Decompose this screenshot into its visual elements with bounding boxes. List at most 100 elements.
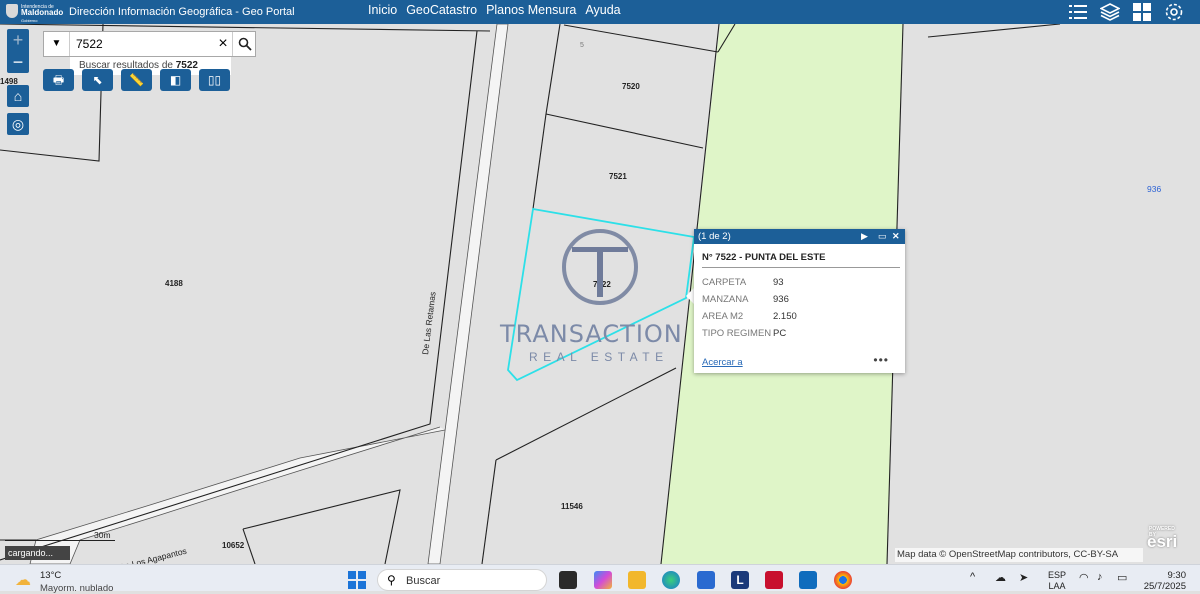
windows-logo-icon (348, 581, 356, 589)
attribute-row: CARPETA 93 (702, 274, 797, 291)
popup-title: N° 7522 - PUNTA DEL ESTE (702, 252, 900, 268)
attribute-row: TIPO REGIMEN PC (702, 325, 797, 342)
chrome-icon[interactable] (834, 571, 852, 589)
ruler-icon: 📏 (129, 73, 144, 87)
volume-icon[interactable]: ♪ (1097, 571, 1103, 583)
transaction-watermark: TRANSACTION REAL ESTATE (500, 229, 700, 369)
watermark-line2: REAL ESTATE (529, 350, 669, 364)
compare-icon: ◧ (169, 73, 182, 87)
clock-time: 9:30 (1167, 570, 1187, 581)
esri-logo[interactable]: POWERED BY esri (1147, 526, 1177, 552)
parcel-label: 7520 (622, 82, 640, 91)
popup-counter: (1 de 2) (698, 231, 731, 242)
basemap-gallery-icon[interactable] (1132, 2, 1152, 22)
header-tools (1068, 0, 1184, 24)
task-view-icon[interactable] (559, 571, 577, 589)
battery-icon[interactable]: ▭ (1117, 571, 1127, 584)
search-button[interactable] (232, 32, 256, 56)
logo-line2: Maldonado (21, 8, 64, 17)
search-source-dropdown[interactable]: ▼ (44, 32, 70, 56)
attribute-label: CARPETA (702, 277, 747, 288)
esri-powered-text: POWERED BY (1149, 526, 1175, 538)
watermark-line1: TRANSACTION (500, 320, 683, 348)
popup-attributes: CARPETA 93 MANZANA 936 AREA M2 2.150 TIPO R… (702, 274, 797, 342)
taskbar-search-text: Buscar (406, 575, 441, 587)
attribute-value: PC (773, 328, 787, 339)
popup-header: (1 de 2) ▶ ▭ ✕ (694, 229, 905, 244)
book-icon: ▯▯ (207, 73, 222, 87)
windows-taskbar: ☁ 13°C Mayorm. nublado ⚲ Buscar L ^ ☁ ➤ … (0, 564, 1200, 594)
header-bar: Intendencia de Maldonado Gobierno Depart… (0, 0, 1200, 30)
cloud-icon[interactable]: ☁ (995, 571, 1006, 584)
clock-date: 25/7/2025 (1143, 581, 1186, 592)
print-button[interactable]: 🖶 (43, 69, 74, 91)
maximize-button[interactable]: ▭ (878, 229, 887, 244)
search-input[interactable] (76, 36, 211, 52)
scale-label: 30m (94, 530, 111, 540)
windows-logo-icon (358, 581, 366, 589)
store-icon[interactable] (697, 571, 715, 589)
measure-button[interactable]: 📏 (121, 69, 152, 91)
map-attribution: Map data © OpenStreetMap contributors, C… (895, 548, 1143, 562)
block-label: 936 (1147, 184, 1162, 194)
partly-cloudy-icon: ☁ (15, 572, 31, 589)
bookmarks-button[interactable]: ▯▯ (199, 69, 230, 91)
list-icon[interactable] (1068, 2, 1088, 22)
location-icon[interactable]: ➤ (1019, 571, 1028, 584)
home-icon: ⌂ (13, 88, 23, 104)
system-clock[interactable]: 9:30 25/7/2025 (1140, 570, 1186, 592)
mcafee-icon[interactable] (765, 571, 783, 589)
attribute-label: MANZANA (702, 294, 749, 305)
lang-bottom: LAA (1048, 581, 1066, 591)
file-explorer-icon[interactable] (628, 571, 646, 589)
nav-inicio[interactable]: Inicio (368, 3, 397, 17)
coat-of-arms-icon (6, 4, 18, 18)
parcel-label: 5 (580, 42, 584, 49)
search-icon (238, 37, 252, 51)
popup-pointer (686, 288, 694, 304)
app-l-icon[interactable]: L (731, 571, 749, 589)
main-nav: Inicio GeoCatastro Planos Mensura Ayuda (368, 3, 621, 17)
select-tool-button[interactable]: ⬉ (82, 69, 113, 91)
home-button[interactable]: ⌂ (7, 85, 29, 107)
swipe-button[interactable]: ◧ (160, 69, 191, 91)
locate-icon: ◎ (11, 116, 25, 132)
popup-close-button[interactable]: ✕ (892, 229, 900, 244)
feature-popup: (1 de 2) ▶ ▭ ✕ N° 7522 - PUNTA DEL ESTE … (694, 229, 905, 373)
next-feature-button[interactable]: ▶ (861, 229, 868, 244)
close-icon: × (218, 35, 228, 52)
parcel-label: 7521 (609, 172, 627, 181)
edge-icon[interactable] (662, 571, 680, 589)
outlook-icon[interactable] (799, 571, 817, 589)
weather-desc: Mayorm. nublado (40, 583, 114, 594)
nav-ayuda[interactable]: Ayuda (585, 3, 620, 17)
attribute-value: 93 (773, 277, 784, 288)
weather-temp: 13°C (40, 570, 62, 581)
printer-icon: 🖶 (52, 73, 65, 87)
wifi-icon[interactable]: ◠ (1079, 571, 1089, 584)
search-icon: ⚲ (387, 573, 396, 587)
zoom-in-button[interactable]: + (7, 29, 29, 51)
locate-button[interactable]: ◎ (7, 113, 29, 135)
scale-bar (5, 540, 115, 541)
chevron-up-icon[interactable]: ^ (970, 571, 975, 583)
language-indicator[interactable]: ESP LAA (1048, 570, 1066, 592)
nav-geocatastro[interactable]: GeoCatastro (406, 3, 477, 17)
layers-icon[interactable] (1099, 2, 1121, 22)
clear-search-button[interactable]: × (214, 32, 232, 56)
zoom-out-button[interactable]: − (7, 51, 29, 73)
more-actions-button[interactable]: ••• (873, 353, 889, 367)
settings-icon[interactable] (1164, 2, 1184, 22)
search-widget: ▼ × (43, 31, 256, 57)
zoom-control: + − (7, 29, 29, 73)
windows-logo-icon (358, 571, 366, 579)
parcel-label: 4188 (165, 279, 183, 288)
map-view[interactable]: 1498 5 7520 7521 4188 7522 11546 10652 9… (0, 24, 1200, 564)
zoom-to-link[interactable]: Acercar a (702, 357, 743, 368)
nav-planos-mensura[interactable]: Planos Mensura (486, 3, 576, 17)
taskbar-search[interactable]: ⚲ Buscar (377, 569, 547, 591)
attribute-label: AREA M2 (702, 311, 744, 322)
start-button[interactable] (348, 571, 366, 589)
intendencia-logo[interactable]: Intendencia de Maldonado Gobierno Depart… (6, 2, 64, 30)
copilot-icon[interactable] (594, 571, 612, 589)
